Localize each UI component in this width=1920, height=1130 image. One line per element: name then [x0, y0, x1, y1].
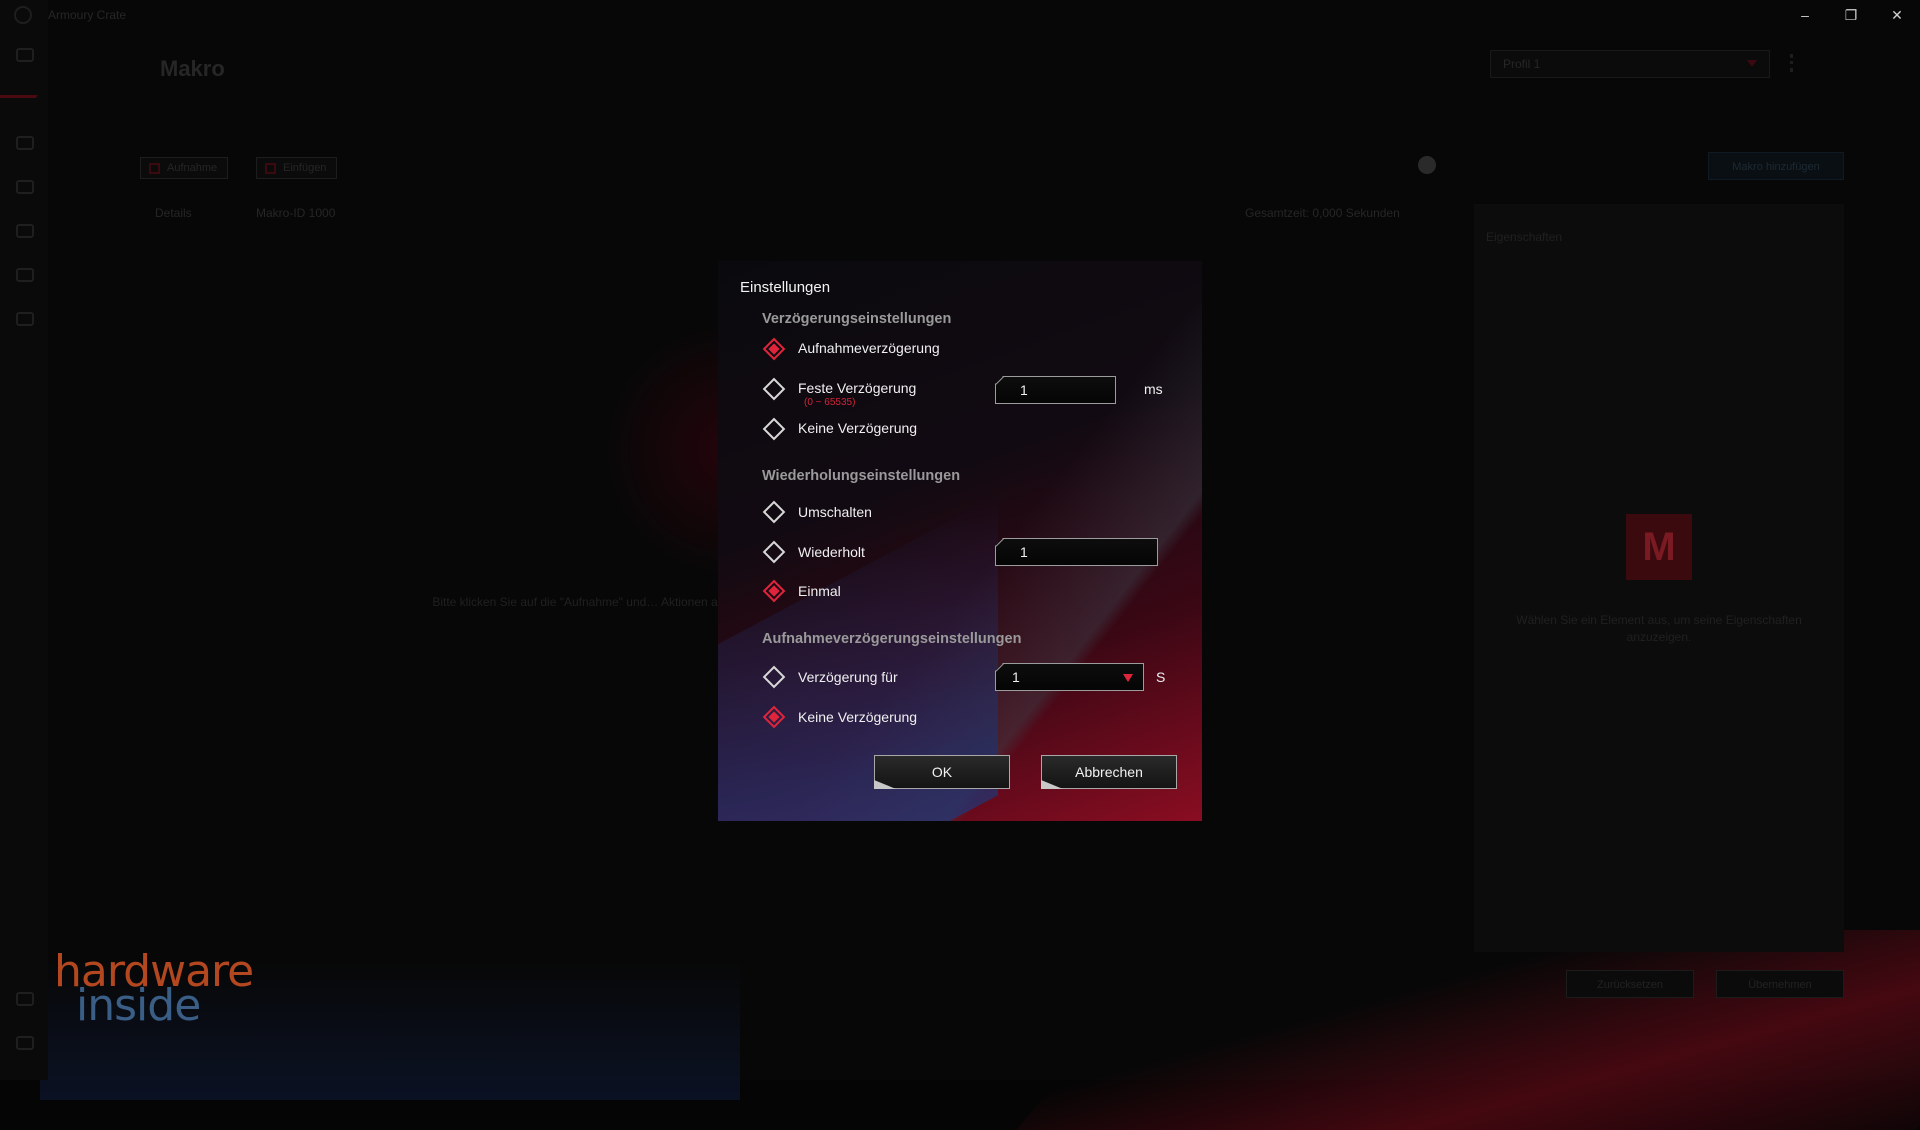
user-icon[interactable]: [16, 992, 34, 1006]
sidebar: [0, 0, 48, 1080]
more-options-icon[interactable]: [1790, 54, 1794, 72]
radio-repeat[interactable]: [762, 540, 786, 564]
delay-for-value: 1: [1012, 669, 1020, 685]
chevron-down-icon: [1747, 60, 1757, 67]
home-icon[interactable]: [16, 48, 34, 62]
cancel-button[interactable]: Abbrechen: [1041, 755, 1177, 789]
restore-icon[interactable]: ❐: [1828, 0, 1874, 30]
properties-panel: Eigenschaften M Wählen Sie ein Element a…: [1474, 204, 1844, 952]
label-no-delay: Keine Verzögerung: [798, 420, 918, 436]
fixed-delay-range: (0 ~ 65535): [804, 397, 856, 408]
delay-section-title: Verzögerungseinstellungen: [762, 311, 952, 327]
cancel-button-label: Abbrechen: [1075, 764, 1143, 780]
label-fixed-delay: Feste Verzögerung: [798, 380, 917, 396]
ok-button-label: OK: [931, 764, 953, 780]
radio-delay-for[interactable]: [762, 665, 786, 689]
fixed-delay-input[interactable]: 1: [995, 376, 1116, 404]
total-time: Gesamtzeit: 0,000 Sekunden: [1245, 206, 1400, 220]
apply-button[interactable]: Übernehmen: [1716, 970, 1844, 998]
column-type: Details: [155, 206, 192, 220]
properties-hint: Wählen Sie ein Element aus, um seine Eig…: [1516, 613, 1802, 644]
label-repeat: Wiederholt: [798, 544, 865, 560]
app-logo-icon: [14, 6, 32, 24]
record-button-label: Aufnahme: [167, 162, 218, 174]
insert-button[interactable]: Einfügen: [256, 157, 338, 179]
tools-icon[interactable]: [16, 268, 34, 282]
radio-recorded-delay[interactable]: [762, 337, 786, 361]
properties-title: Eigenschaften: [1486, 230, 1563, 244]
settings-icon[interactable]: [16, 1036, 34, 1050]
radio-record-no-delay[interactable]: [762, 705, 786, 729]
ok-button[interactable]: OK: [874, 755, 1010, 789]
dialog-title: Einstellungen: [740, 279, 831, 296]
lightning-icon[interactable]: [16, 136, 34, 150]
macro-badge: M: [1626, 514, 1692, 580]
watermark-logo: hardware inside: [54, 950, 254, 1028]
active-indicator: [0, 86, 45, 98]
monitor-icon[interactable]: [16, 312, 34, 326]
insert-icon: [265, 163, 276, 174]
button-corner-decoration: [874, 780, 896, 789]
page-title: Makro: [160, 56, 225, 81]
label-toggle: Umschalten: [798, 504, 872, 520]
profile-select[interactable]: Profil 1: [1490, 50, 1770, 78]
radio-once[interactable]: [762, 579, 786, 603]
radio-no-delay[interactable]: [762, 417, 786, 441]
add-macro-button[interactable]: Makro hinzufügen: [1708, 152, 1844, 180]
window-title: Armoury Crate: [48, 8, 127, 22]
settings-dialog: Einstellungen Verzögerungseinstellungen …: [718, 261, 1202, 821]
tag-icon[interactable]: [16, 224, 34, 238]
record-button[interactable]: Aufnahme: [140, 157, 229, 179]
insert-button-label: Einfügen: [283, 162, 327, 174]
label-once: Einmal: [798, 583, 841, 599]
repeat-count-input[interactable]: 1: [995, 538, 1158, 566]
background-red-streak: [1016, 930, 1920, 1130]
gamepad-icon[interactable]: [16, 180, 34, 194]
profile-select-value: Profil 1: [1503, 57, 1541, 71]
main-hint: Bitte klicken Sie auf die "Aufnahme" und…: [432, 595, 728, 609]
column-name: Makro-ID 1000: [256, 206, 336, 220]
radio-toggle[interactable]: [762, 500, 786, 524]
label-recorded-delay: Aufnahmeverzögerung: [798, 340, 940, 356]
record-delay-section-title: Aufnahmeverzögerungseinstellungen: [762, 631, 1022, 647]
delay-for-select[interactable]: 1: [995, 663, 1144, 691]
reset-button[interactable]: Zurücksetzen: [1566, 970, 1694, 998]
button-corner-decoration: [1041, 780, 1063, 789]
repeat-section-title: Wiederholungseinstellungen: [762, 468, 961, 484]
delay-for-unit: S: [1156, 669, 1166, 685]
label-delay-for: Verzögerung für: [798, 669, 898, 685]
radio-fixed-delay[interactable]: [762, 377, 786, 401]
delete-icon[interactable]: [1418, 156, 1436, 174]
minimize-icon[interactable]: –: [1782, 0, 1828, 30]
record-icon: [149, 163, 160, 174]
chevron-down-icon: [1123, 674, 1133, 682]
close-icon[interactable]: ✕: [1874, 0, 1920, 30]
window-controls: – ❐ ✕: [1782, 0, 1920, 30]
label-record-no-delay: Keine Verzögerung: [798, 709, 918, 725]
fixed-delay-unit: ms: [1144, 381, 1163, 397]
